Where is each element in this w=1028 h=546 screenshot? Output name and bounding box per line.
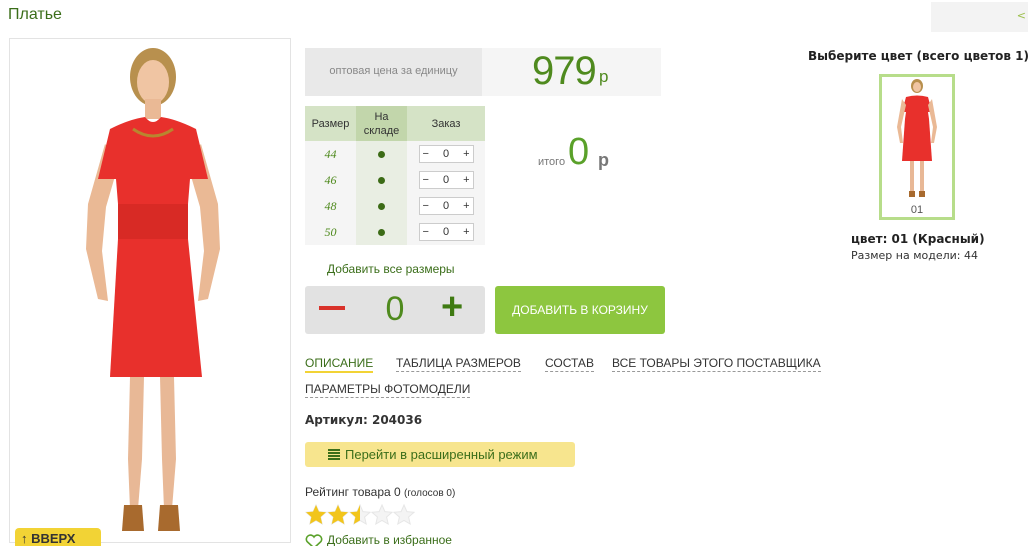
size-minus-button[interactable]: − xyxy=(423,172,429,188)
quantity-plus-button[interactable]: + xyxy=(441,288,471,326)
size-table-header: Размер На складе Заказ xyxy=(305,106,485,141)
star-icon[interactable] xyxy=(349,504,371,526)
tab-composition[interactable]: СОСТАВ xyxy=(545,356,594,372)
tab-description[interactable]: ОПИСАНИЕ xyxy=(305,356,374,373)
size-value: 44 xyxy=(324,146,337,161)
article-number: Артикул: 204036 xyxy=(305,413,423,427)
size-plus-button[interactable]: + xyxy=(463,198,469,214)
size-quantity-input[interactable]: 0 xyxy=(443,146,449,162)
add-to-cart-button[interactable]: ДОБАВИТЬ В КОРЗИНУ xyxy=(495,286,665,334)
quantity-stepper: 0 + xyxy=(305,286,485,334)
size-order-cell: −0 + xyxy=(407,223,485,241)
color-swatch-01[interactable]: 01 xyxy=(879,74,955,220)
add-all-sizes-link[interactable]: Добавить все размеры xyxy=(327,262,455,276)
product-photo[interactable] xyxy=(9,38,291,543)
size-row: 50 −0 + xyxy=(305,219,485,245)
page-title: Платье xyxy=(8,6,62,23)
star-icon[interactable] xyxy=(305,504,327,526)
color-picker-title: Выберите цвет (всего цветов 1) xyxy=(808,49,1028,63)
rating-label: Рейтинг товара 0 xyxy=(305,485,401,499)
in-stock-dot-icon xyxy=(378,202,385,210)
list-icon xyxy=(328,449,340,460)
size-quantity-input[interactable]: 0 xyxy=(443,172,449,188)
size-order-cell: −0 + xyxy=(407,171,485,189)
rating-stars[interactable] xyxy=(305,504,415,526)
in-stock-indicator xyxy=(356,219,407,245)
in-stock-indicator xyxy=(356,141,407,167)
header-stock: На складе xyxy=(356,106,407,141)
size-quantity-stepper: −0 + xyxy=(418,223,474,241)
header-size: Размер xyxy=(311,117,350,130)
rating-votes: (голосов 0) xyxy=(404,488,456,499)
size-quantity-stepper: −0 + xyxy=(418,145,474,163)
star-icon[interactable] xyxy=(327,504,349,526)
total-label: итого xyxy=(538,156,566,168)
advanced-mode-button[interactable]: Перейти в расширенный режим xyxy=(305,442,575,467)
tab-model-params[interactable]: ПАРАМЕТРЫ ФОТОМОДЕЛИ xyxy=(305,382,471,398)
size-plus-button[interactable]: + xyxy=(463,172,469,188)
header-order: Заказ xyxy=(431,117,461,130)
size-value: 48 xyxy=(324,198,337,213)
model-size: Размер на модели: 44 xyxy=(851,249,978,262)
size-quantity-input[interactable]: 0 xyxy=(443,198,449,214)
in-stock-indicator xyxy=(356,193,407,219)
advanced-mode-label: Перейти в расширенный режим xyxy=(345,447,538,462)
size-order-cell: −0 + xyxy=(407,197,485,215)
size-quantity-input[interactable]: 0 xyxy=(443,224,449,240)
total-currency: р xyxy=(598,150,609,170)
size-quantity-stepper: −0 + xyxy=(418,171,474,189)
tab-size-chart[interactable]: ТАБЛИЦА РАЗМЕРОВ xyxy=(396,356,521,372)
scroll-up-button[interactable]: ↑ ВВЕРХ xyxy=(15,528,101,546)
in-stock-indicator xyxy=(356,167,407,193)
size-row: 48 −0 + xyxy=(305,193,485,219)
price-currency: р xyxy=(599,67,609,86)
price-value: 979 xyxy=(532,49,597,93)
favorites-label: Добавить в избранное xyxy=(327,533,452,546)
in-stock-dot-icon xyxy=(378,228,385,236)
nav-back-box[interactable]: < xyxy=(931,2,1028,32)
size-minus-button[interactable]: − xyxy=(423,146,429,162)
size-value: 46 xyxy=(324,172,337,187)
size-minus-button[interactable]: − xyxy=(423,198,429,214)
price-value-box: 979 р xyxy=(482,48,661,96)
size-row: 44 −0 + xyxy=(305,141,485,167)
in-stock-dot-icon xyxy=(378,150,385,158)
star-icon[interactable] xyxy=(393,504,415,526)
size-row: 46 −0 + xyxy=(305,167,485,193)
heart-icon xyxy=(305,534,323,546)
color-swatch-label: 01 xyxy=(910,204,924,216)
tab-supplier-products[interactable]: ВСЕ ТОВАРЫ ЭТОГО ПОСТАВЩИКА xyxy=(612,356,821,372)
price-label-box: оптовая цена за единицу xyxy=(305,48,482,96)
product-rating: Рейтинг товара 0 (голосов 0) xyxy=(305,485,455,499)
size-order-cell: −0 + xyxy=(407,145,485,163)
selected-color-name: цвет: 01 (Красный) xyxy=(851,232,985,246)
size-minus-button[interactable]: − xyxy=(423,224,429,240)
size-plus-button[interactable]: + xyxy=(463,224,469,240)
in-stock-dot-icon xyxy=(378,176,385,184)
size-value: 50 xyxy=(324,224,337,239)
size-quantity-stepper: −0 + xyxy=(418,197,474,215)
total-value: 0 xyxy=(568,131,590,173)
color-thumbnail-image xyxy=(897,79,937,197)
size-order-table: Размер На складе Заказ 44−0 +46−0 +48−0 +50… xyxy=(305,106,485,245)
price-label: оптовая цена за единицу xyxy=(329,65,458,77)
size-plus-button[interactable]: + xyxy=(463,146,469,162)
model-in-red-dress-image xyxy=(86,48,220,531)
star-icon[interactable] xyxy=(371,504,393,526)
back-arrow-icon[interactable]: < xyxy=(1017,9,1026,22)
